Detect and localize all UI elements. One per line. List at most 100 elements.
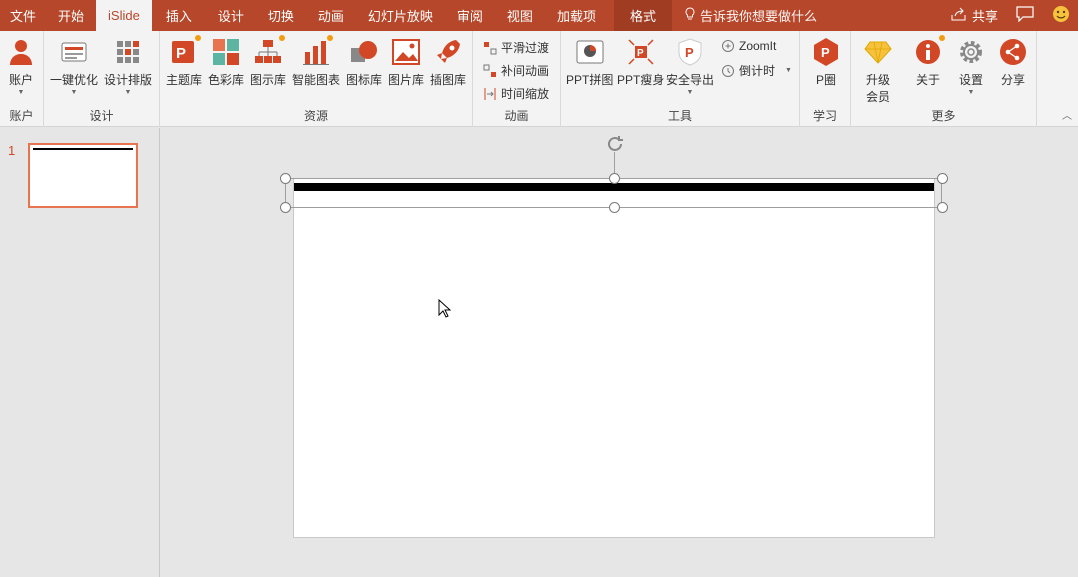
tab-islide[interactable]: iSlide <box>96 0 152 31</box>
tab-design[interactable]: 设计 <box>206 0 256 31</box>
new-badge-dot <box>939 35 945 41</box>
tab-transitions[interactable]: 切换 <box>256 0 306 31</box>
optimize-icon <box>59 37 89 67</box>
group-resources: P 主题库 色彩库 图示库 智能图表 图标库 图片库 插图库 资源 <box>160 31 473 127</box>
tell-me-search[interactable]: 告诉我你想要做什么 <box>684 0 817 31</box>
one-click-optimize-button[interactable]: 一键优化 ▼ <box>50 37 98 96</box>
rocket-icon <box>433 37 463 67</box>
resize-handle-top-center[interactable] <box>609 173 620 184</box>
svg-text:P: P <box>637 48 644 59</box>
tween-animation-icon <box>483 64 497 78</box>
chevron-down-icon: ▼ <box>967 89 975 96</box>
new-badge-dot <box>327 35 333 41</box>
tab-insert[interactable]: 插入 <box>152 0 206 31</box>
group-label-design: 设计 <box>89 109 114 123</box>
upgrade-member-label-1: 升级 <box>865 73 890 87</box>
p-circle-label: P圈 <box>815 73 836 87</box>
tab-slideshow[interactable]: 幻灯片放映 <box>356 0 445 31</box>
collapse-ribbon-icon[interactable]: ︿ <box>1062 107 1072 122</box>
upgrade-member-button[interactable]: 升级 会员 <box>863 37 893 105</box>
tab-file[interactable]: 文件 <box>0 0 46 31</box>
group-tools: PPT拼图 P PPT瘦身 P 安全导出 ▼ ZoomIt 倒计时 ▼ 工具 <box>561 31 800 127</box>
account-label: 账户 <box>8 73 33 87</box>
icon-library-button[interactable]: 图标库 <box>346 37 382 88</box>
group-label-tools: 工具 <box>667 109 692 123</box>
share-nodes-icon <box>998 37 1028 67</box>
new-badge-dot <box>195 35 201 41</box>
compress-icon: P <box>626 37 656 67</box>
settings-button[interactable]: 设置 ▼ <box>956 37 986 96</box>
theme-library-button[interactable]: P 主题库 <box>166 35 202 88</box>
illustration-library-button[interactable]: 插图库 <box>430 37 466 88</box>
theme-library-icon: P <box>169 35 201 67</box>
group-design: 一键优化 ▼ 设计排版 ▼ 设计 <box>44 31 160 127</box>
zoomit-button[interactable]: ZoomIt <box>721 39 776 53</box>
share-islide-label: 分享 <box>1000 73 1025 87</box>
tab-home[interactable]: 开始 <box>46 0 96 31</box>
chevron-down-icon: ▼ <box>124 89 132 96</box>
settings-label: 设置 <box>958 73 983 87</box>
resize-handle-bottom-center[interactable] <box>609 202 620 213</box>
rotate-handle-icon[interactable] <box>604 133 626 155</box>
ppt-collage-button[interactable]: PPT拼图 <box>566 37 613 88</box>
smart-chart-button[interactable]: 智能图表 <box>292 35 340 88</box>
group-label-more: 更多 <box>931 109 956 123</box>
zoomit-label: ZoomIt <box>739 39 777 53</box>
bar-chart-icon <box>301 35 333 67</box>
smooth-transition-button[interactable]: 平滑过渡 <box>483 39 549 56</box>
chevron-down-icon: ▼ <box>785 67 792 74</box>
lightbulb-icon <box>684 7 696 24</box>
illustration-library-label: 插图库 <box>430 73 467 87</box>
svg-text:P: P <box>685 45 694 60</box>
share-button[interactable]: 共享 <box>951 6 998 25</box>
tab-animations[interactable]: 动画 <box>306 0 356 31</box>
picture-library-label: 图片库 <box>388 73 425 87</box>
safe-export-label: 安全导出 <box>666 73 715 87</box>
about-button[interactable]: 关于 <box>913 35 945 88</box>
comment-icon[interactable] <box>1016 6 1034 25</box>
resize-handle-bottom-right[interactable] <box>937 202 948 213</box>
share-islide-button[interactable]: 分享 <box>998 37 1028 88</box>
tab-format[interactable]: 格式 <box>613 0 672 31</box>
color-library-label: 色彩库 <box>208 73 245 87</box>
design-layout-label: 设计排版 <box>104 73 153 87</box>
resize-handle-top-right[interactable] <box>937 173 948 184</box>
user-icon <box>6 37 36 67</box>
picture-icon <box>391 37 421 67</box>
one-click-optimize-label: 一键优化 <box>50 73 99 87</box>
tab-addins[interactable]: 加载项 <box>545 0 608 31</box>
slide-thumbnail-pane: 1 <box>0 128 160 577</box>
countdown-button[interactable]: 倒计时 ▼ <box>721 62 792 79</box>
tab-view[interactable]: 视图 <box>495 0 545 31</box>
info-icon <box>913 35 945 67</box>
ppt-collage-label: PPT拼图 <box>566 73 614 87</box>
resize-handle-top-left[interactable] <box>280 173 291 184</box>
picture-library-button[interactable]: 图片库 <box>388 37 424 88</box>
slide-thumbnail[interactable] <box>28 143 138 208</box>
rotation-stem <box>614 152 615 174</box>
account-button[interactable]: 账户 ▼ <box>6 37 36 96</box>
new-badge-dot <box>279 35 285 41</box>
p-hexagon-icon: P <box>811 37 841 67</box>
ppt-slim-label: PPT瘦身 <box>617 73 665 87</box>
group-label-account: 账户 <box>9 109 34 123</box>
diagram-library-label: 图示库 <box>250 73 287 87</box>
time-scale-button[interactable]: 时间缩放 <box>483 85 549 102</box>
diamond-icon <box>863 37 893 67</box>
group-animation: 平滑过渡 补间动画 时间缩放 动画 <box>473 31 561 127</box>
chevron-down-icon: ▼ <box>17 89 25 96</box>
tween-animation-button[interactable]: 补间动画 <box>483 62 549 79</box>
ppt-slim-button[interactable]: P PPT瘦身 <box>617 37 664 88</box>
design-layout-button[interactable]: 设计排版 ▼ <box>104 37 152 96</box>
p-circle-button[interactable]: P P圈 <box>811 37 841 88</box>
slide-canvas[interactable] <box>293 178 935 538</box>
color-library-button[interactable]: 色彩库 <box>208 37 244 88</box>
smiley-feedback-icon[interactable] <box>1052 5 1070 26</box>
tab-review[interactable]: 审阅 <box>445 0 495 31</box>
resize-handle-bottom-left[interactable] <box>280 202 291 213</box>
svg-text:P: P <box>176 45 186 62</box>
diagram-library-button[interactable]: 图示库 <box>250 35 287 88</box>
collage-icon <box>575 37 605 67</box>
safe-export-button[interactable]: P 安全导出 ▼ <box>666 37 714 96</box>
tween-animation-label: 补间动画 <box>501 64 550 78</box>
